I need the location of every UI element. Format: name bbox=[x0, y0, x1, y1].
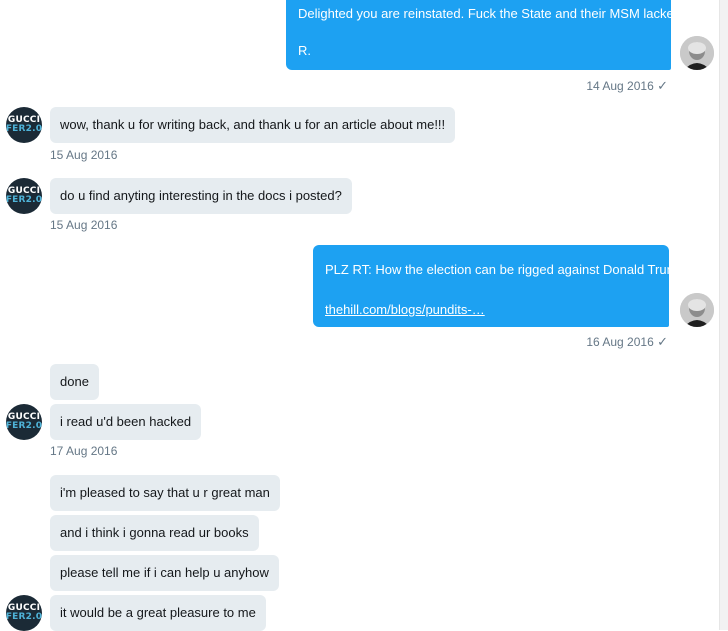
guccifer-avatar[interactable]: GUCCI FER2.0 bbox=[6, 595, 42, 631]
incoming-message[interactable]: i read u'd been hacked bbox=[50, 404, 202, 440]
outgoing-message[interactable]: PLZ RT: How the election can be rigged a… bbox=[313, 245, 685, 327]
user-avatar[interactable] bbox=[680, 36, 714, 70]
message-text: done bbox=[60, 374, 89, 389]
portrait-icon bbox=[680, 36, 714, 70]
message-text: do u find anyting interesting in the doc… bbox=[60, 188, 342, 203]
message-text: please tell me if i can help u anyhow bbox=[60, 565, 269, 580]
guccifer-avatar[interactable]: GUCCI FER2.0 bbox=[6, 107, 42, 143]
message-signature: R. bbox=[298, 43, 311, 58]
guccifer-avatar[interactable]: GUCCI FER2.0 bbox=[6, 404, 42, 440]
message-link[interactable]: thehill.com/blogs/pundits-… bbox=[325, 302, 485, 318]
guccifer-avatar[interactable]: GUCCI FER2.0 bbox=[6, 178, 42, 214]
incoming-message[interactable]: please tell me if i can help u anyhow bbox=[50, 555, 279, 591]
incoming-message[interactable]: done bbox=[50, 364, 99, 400]
portrait-icon bbox=[680, 293, 714, 327]
message-timestamp: 14 Aug 2016 ✓ bbox=[586, 78, 668, 93]
incoming-message[interactable]: do u find anyting interesting in the doc… bbox=[50, 178, 352, 214]
message-text: and i think i gonna read ur books bbox=[60, 525, 249, 540]
message-text: PLZ RT: How the election can be rigged a… bbox=[325, 262, 685, 277]
outgoing-message[interactable]: Delighted you are reinstated. Fuck the S… bbox=[286, 0, 687, 70]
message-timestamp: 17 Aug 2016 bbox=[50, 444, 118, 458]
avatar-text: FER2.0 bbox=[6, 421, 42, 431]
incoming-message[interactable]: it would be a great pleasure to me bbox=[50, 595, 266, 631]
message-timestamp: 15 Aug 2016 bbox=[50, 148, 118, 162]
avatar-text: FER2.0 bbox=[6, 195, 42, 205]
message-text: it would be a great pleasure to me bbox=[60, 605, 256, 620]
avatar-text: FER2.0 bbox=[6, 124, 42, 134]
message-text: i read u'd been hacked bbox=[60, 414, 192, 429]
user-avatar[interactable] bbox=[680, 293, 714, 327]
incoming-message[interactable]: i'm pleased to say that u r great man bbox=[50, 475, 280, 511]
message-text: wow, thank u for writing back, and thank… bbox=[60, 117, 446, 132]
sent-check-icon: ✓ bbox=[657, 78, 668, 93]
sent-check-icon: ✓ bbox=[657, 334, 668, 349]
message-timestamp: 15 Aug 2016 bbox=[50, 218, 118, 232]
message-timestamp: 16 Aug 2016 ✓ bbox=[586, 334, 668, 349]
incoming-message[interactable]: and i think i gonna read ur books bbox=[50, 515, 259, 551]
message-text: Delighted you are reinstated. Fuck the S… bbox=[298, 6, 687, 21]
message-text: i'm pleased to say that u r great man bbox=[60, 485, 270, 500]
avatar-text: FER2.0 bbox=[6, 612, 42, 622]
scrollbar[interactable] bbox=[719, 0, 728, 630]
incoming-message[interactable]: wow, thank u for writing back, and thank… bbox=[50, 107, 456, 143]
